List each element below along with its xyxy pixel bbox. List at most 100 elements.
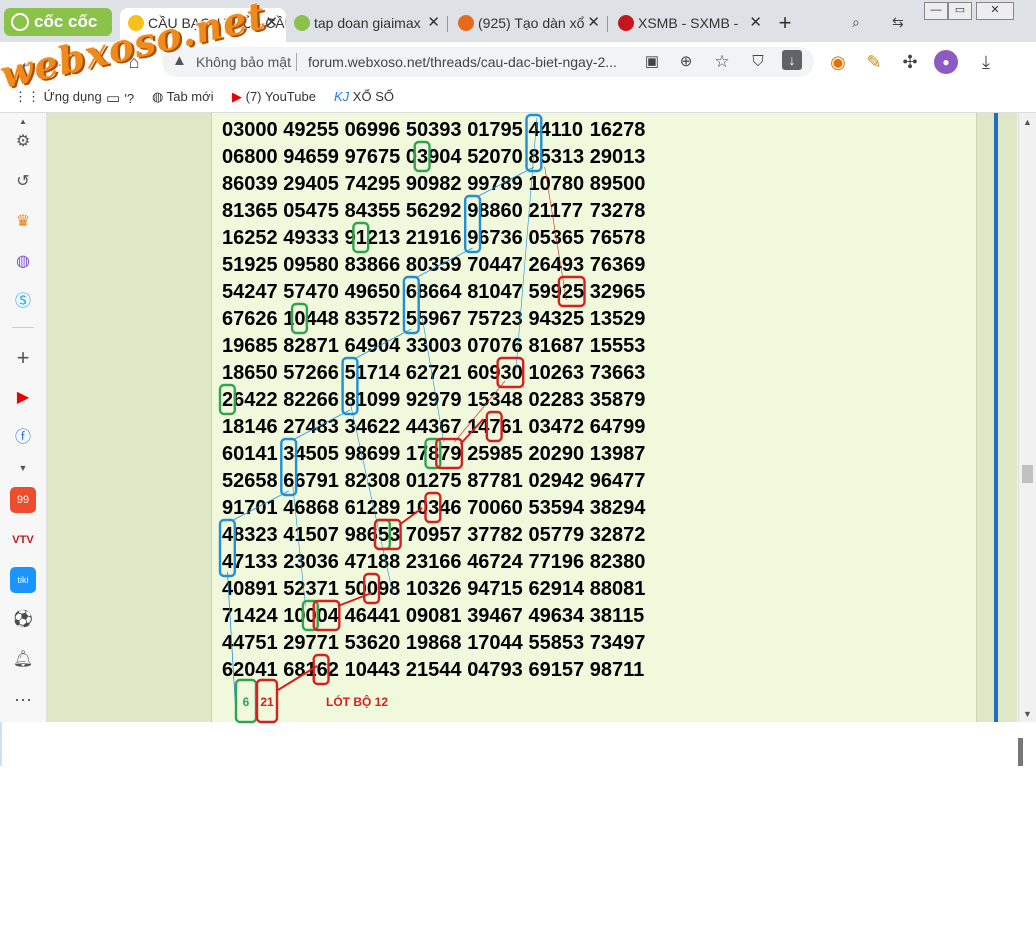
grid-number: 16252 — [222, 227, 278, 249]
grid-number: 07076 — [467, 335, 523, 357]
grid-number: 55967 — [406, 308, 462, 330]
grid-number: 46868 — [283, 497, 339, 519]
grid-number: 04793 — [467, 659, 523, 681]
grid-number: 51925 — [222, 254, 278, 276]
grid-number: 52371 — [283, 578, 339, 600]
grid-number: 51714 — [345, 362, 401, 384]
grid-number: 70060 — [467, 497, 523, 519]
grid-number: 60141 — [222, 443, 278, 465]
grid-number: 35879 — [590, 389, 646, 411]
grid-number: 98699 — [345, 443, 401, 465]
grid-number: 09081 — [406, 605, 462, 627]
grid-number: 75723 — [467, 308, 523, 330]
grid-number: 40891 — [222, 578, 278, 600]
grid-number: 05475 — [283, 200, 339, 222]
grid-number: 90982 — [406, 173, 462, 195]
grid-number: 91701 — [222, 497, 278, 519]
grid-number: 19868 — [406, 632, 462, 654]
grid-number: 17044 — [467, 632, 523, 654]
grid-number: 73663 — [590, 362, 646, 384]
grid-number: 21544 — [406, 659, 462, 681]
grid-number: 38294 — [590, 497, 646, 519]
grid-number: 84355 — [345, 200, 401, 222]
grid-number: 13987 — [590, 443, 646, 465]
grid-number: 10004 — [283, 605, 339, 627]
grid-number: 27483 — [283, 416, 339, 438]
grid-number: 96477 — [590, 470, 646, 492]
grid-number: 49650 — [345, 281, 401, 303]
grid-number: 82308 — [345, 470, 401, 492]
grid-number: 23166 — [406, 551, 462, 573]
grid-number: 94659 — [283, 146, 339, 168]
grid-number: 18650 — [222, 362, 278, 384]
grid-number: 41507 — [283, 524, 339, 546]
grid-number: 87781 — [467, 470, 523, 492]
result-green-number: 6 — [243, 695, 250, 709]
grid-number: 69157 — [529, 659, 585, 681]
grid-number: 32965 — [590, 281, 646, 303]
grid-number: 15553 — [590, 335, 646, 357]
grid-number: 52658 — [222, 470, 278, 492]
grid-number: 76369 — [590, 254, 646, 276]
grid-number: 80359 — [406, 254, 462, 276]
grid-number: 81099 — [345, 389, 401, 411]
grid-number: 29405 — [283, 173, 339, 195]
grid-number: 81687 — [529, 335, 585, 357]
grid-number: 03000 — [222, 119, 278, 141]
grid-number: 39467 — [467, 605, 523, 627]
annotated-number-grid: 03000 49255 06996 50393 01795 44110 1627806800… — [218, 113, 646, 724]
grid-number: 38115 — [590, 605, 645, 627]
grid-number: 10780 — [529, 173, 585, 195]
grid-number: 03472 — [529, 416, 585, 438]
grid-number: 06800 — [222, 146, 278, 168]
grid-number: 86039 — [222, 173, 278, 195]
grid-number: 57470 — [283, 281, 339, 303]
grid-number: 19685 — [222, 335, 278, 357]
grid-number: 73278 — [590, 200, 646, 222]
grid-number: 89500 — [590, 173, 646, 195]
grid-number: 53594 — [529, 497, 585, 519]
grid-number: 32872 — [590, 524, 646, 546]
grid-number: 98860 — [467, 200, 523, 222]
grid-number: 01275 — [406, 470, 462, 492]
grid-number: 57266 — [283, 362, 339, 384]
grid-number: 47188 — [345, 551, 401, 573]
grid-number: 82266 — [283, 389, 339, 411]
grid-number: 50393 — [406, 119, 462, 141]
grid-number: 62041 — [222, 659, 278, 681]
grid-number: 10326 — [406, 578, 462, 600]
grid-number: 47133 — [222, 551, 278, 573]
grid-number: 62914 — [529, 578, 585, 600]
grid-number: 88081 — [590, 578, 646, 600]
grid-number: 83866 — [345, 254, 401, 276]
grid-number: 05779 — [529, 524, 585, 546]
grid-number: 94325 — [529, 308, 585, 330]
grid-number: 92979 — [406, 389, 462, 411]
grid-number: 59925 — [529, 281, 585, 303]
grid-number: 85313 — [529, 146, 585, 168]
grid-number: 60930 — [467, 362, 523, 384]
grid-number: 56292 — [406, 200, 462, 222]
grid-number: 64799 — [590, 416, 646, 438]
grid-number: 81365 — [222, 200, 278, 222]
grid-number: 62721 — [406, 362, 462, 384]
grid-number: 02942 — [529, 470, 585, 492]
grid-number: 81047 — [467, 281, 523, 303]
result-note: LÓT BỘ 12 — [326, 694, 388, 709]
grid-number: 02283 — [529, 389, 585, 411]
grid-number: 44751 — [222, 632, 278, 654]
grid-number: 10346 — [406, 497, 462, 519]
grid-number: 49634 — [529, 605, 585, 627]
grid-number: 64904 — [345, 335, 401, 357]
grid-number: 09580 — [283, 254, 339, 276]
grid-number: 68664 — [406, 281, 462, 303]
grid-number: 67626 — [222, 308, 278, 330]
grid-number: 94715 — [467, 578, 523, 600]
grid-number: 01795 — [467, 119, 523, 141]
grid-number: 13529 — [590, 308, 646, 330]
grid-number: 73497 — [590, 632, 646, 654]
grid-number: 46724 — [467, 551, 523, 573]
grid-number: 82871 — [283, 335, 339, 357]
grid-number: 49255 — [283, 119, 339, 141]
grid-number: 99789 — [467, 173, 523, 195]
